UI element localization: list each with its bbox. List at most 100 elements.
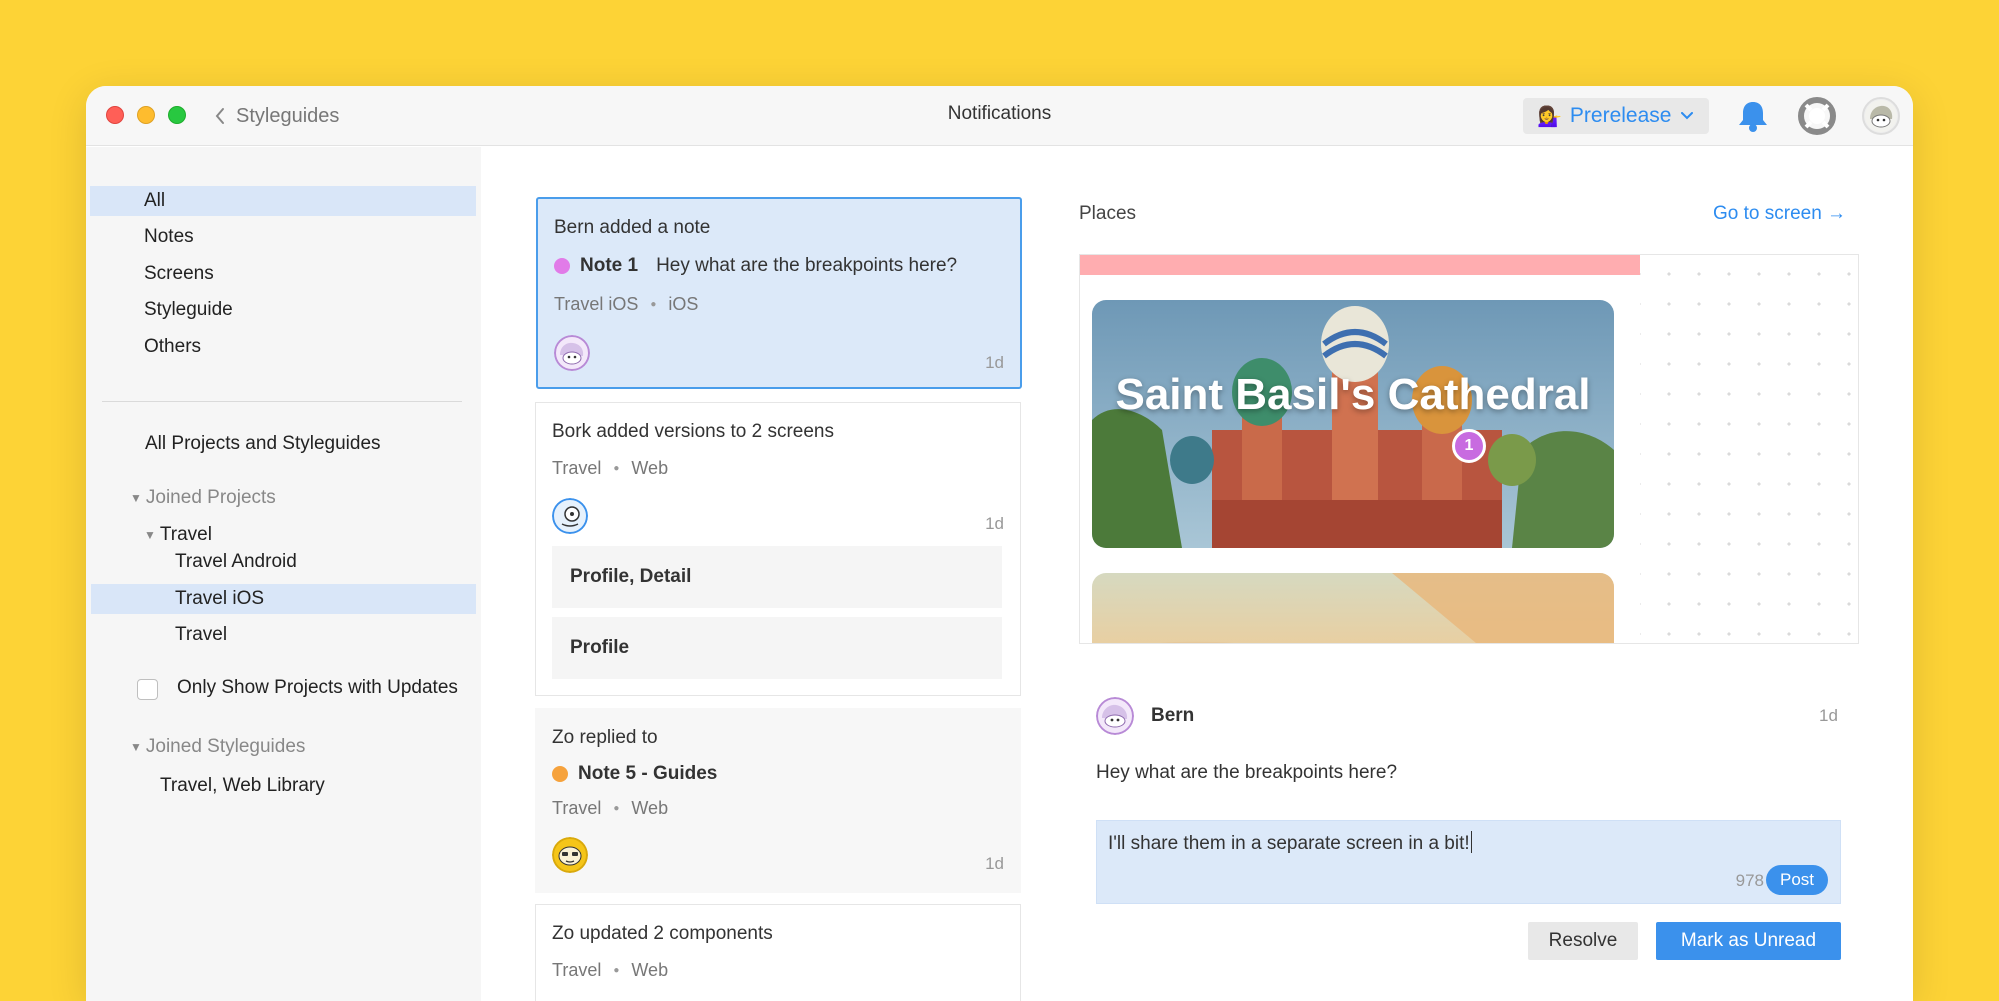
comment-author-avatar — [1096, 697, 1134, 735]
project-name: Travel — [552, 798, 602, 818]
filter-notes[interactable]: Notes — [144, 222, 194, 252]
chevron-left-icon — [215, 108, 224, 124]
note-pin-icon — [552, 766, 568, 782]
note-text: Hey what are the breakpoints here? — [656, 255, 958, 276]
note-pin-marker[interactable]: 1 — [1452, 429, 1486, 463]
avatar-bern — [554, 335, 590, 371]
project-travel-android[interactable]: Travel Android — [175, 547, 297, 577]
minimize-window-button[interactable] — [137, 106, 155, 124]
screen-row-profile-detail[interactable]: Profile, Detail — [552, 546, 1002, 608]
title-bar: Styleguides Notifications 💁‍♀️ Prereleas… — [86, 86, 1913, 146]
reply-text-wrap: I'll share them in a separate screen in … — [1108, 831, 1473, 855]
reply-text: I'll share them in a separate screen in … — [1108, 833, 1470, 854]
app-window: Styleguides Notifications 💁‍♀️ Prereleas… — [86, 86, 1913, 1001]
notification-time: 1d — [985, 514, 1004, 533]
character-count: 978 — [1735, 871, 1764, 890]
screen-section-title: Places — [1079, 203, 1137, 224]
hero-image-card: Saint Basil's Cathedral 1 — [1092, 300, 1614, 548]
notification-meta: Travel ● Web — [552, 458, 668, 479]
notification-time: 1d — [985, 854, 1004, 873]
screen-preview[interactable]: Saint Basil's Cathedral 1 — [1079, 254, 1859, 644]
notification-title: Zo replied to — [552, 727, 658, 748]
notification-title: Zo updated 2 components — [552, 923, 773, 944]
project-name: Travel iOS — [554, 294, 639, 314]
notification-title: Bork added versions to 2 screens — [552, 421, 834, 442]
joined-projects-toggle[interactable]: ▼ Joined Projects — [130, 487, 276, 509]
projects-heading: All Projects and Styleguides — [145, 433, 381, 454]
notification-meta: Travel ● Web — [552, 960, 668, 981]
notification-card-reply[interactable]: Zo replied to Note 5 - Guides Travel ● W… — [535, 708, 1021, 893]
resolve-button[interactable]: Resolve — [1528, 922, 1638, 960]
platform-name: Web — [631, 458, 669, 478]
joined-styleguides-label: Joined Styleguides — [145, 736, 306, 757]
close-window-button[interactable] — [106, 106, 124, 124]
zoom-window-button[interactable] — [168, 106, 186, 124]
travel-group-toggle[interactable]: ▼ Travel — [144, 524, 212, 546]
project-name: Travel — [552, 960, 602, 980]
desert-image — [1159, 573, 1614, 643]
note-name: Note 5 - Guides — [578, 763, 718, 784]
back-label: Styleguides — [236, 104, 340, 127]
text-caret — [1470, 831, 1473, 853]
comment-author: Bern — [1151, 705, 1195, 726]
triangle-down-icon: ▼ — [130, 740, 142, 754]
mark-as-unread-button[interactable]: Mark as Unread — [1656, 922, 1841, 960]
back-button[interactable]: Styleguides — [214, 102, 339, 130]
note-reference: Note 5 - Guides — [552, 763, 717, 785]
filter-styleguide[interactable]: Styleguide — [144, 295, 233, 325]
triangle-down-icon: ▼ — [144, 528, 156, 542]
post-button[interactable]: Post — [1766, 865, 1828, 895]
project-name: Travel — [552, 458, 602, 478]
notification-meta: Travel iOS ● iOS — [554, 294, 698, 315]
cathedral-image — [1092, 300, 1614, 548]
sidebar: All Notes Screens Styleguide Others All … — [86, 147, 481, 1001]
separator-dot: ● — [650, 299, 657, 310]
only-show-updated-label: Only Show Projects with Updates — [177, 677, 458, 698]
bell-icon[interactable] — [1735, 98, 1771, 134]
filter-screens[interactable]: Screens — [144, 259, 214, 289]
prerelease-dropdown[interactable]: 💁‍♀️ Prerelease — [1523, 98, 1709, 134]
joined-styleguides-toggle[interactable]: ▼ Joined Styleguides — [130, 736, 305, 758]
window-title: Notifications — [947, 103, 1052, 124]
styleguide-travel-web-library[interactable]: Travel, Web Library — [160, 771, 325, 801]
second-image-card — [1092, 573, 1614, 643]
note-pin-icon — [554, 258, 570, 274]
separator-dot: ● — [613, 965, 620, 976]
prerelease-emoji-icon: 💁‍♀️ — [1537, 105, 1562, 128]
triangle-down-icon: ▼ — [130, 491, 142, 505]
project-travel[interactable]: Travel — [175, 620, 227, 650]
avatar-bork — [552, 498, 588, 534]
filter-others[interactable]: Others — [144, 332, 201, 362]
notification-card-note-1[interactable]: Bern added a note Note 1 Hey what are th… — [536, 197, 1022, 389]
help-lifebuoy-icon[interactable] — [1798, 97, 1836, 135]
travel-group-label: Travel — [159, 524, 212, 545]
filter-all[interactable]: All — [90, 186, 476, 216]
screen-header-bar — [1080, 255, 1640, 275]
notification-time: 1d — [985, 353, 1004, 372]
platform-name: Web — [631, 798, 669, 818]
notification-card-components[interactable]: Zo updated 2 components Travel ● Web — [535, 904, 1021, 1001]
joined-projects-label: Joined Projects — [145, 487, 276, 508]
comment-time: 1d — [1819, 706, 1838, 725]
prerelease-label: Prerelease — [1569, 104, 1672, 127]
separator-dot: ● — [613, 463, 620, 474]
reply-input[interactable]: I'll share them in a separate screen in … — [1096, 820, 1841, 904]
note-name: Note 1 — [580, 255, 639, 276]
sidebar-divider — [102, 401, 462, 402]
only-show-updated-checkbox[interactable] — [137, 679, 158, 700]
notification-card-versions[interactable]: Bork added versions to 2 screens Travel … — [535, 402, 1021, 696]
hedgehog-avatar-icon — [1096, 697, 1134, 735]
platform-name: iOS — [668, 294, 699, 314]
robot-avatar-icon — [552, 498, 588, 534]
screen-row-profile[interactable]: Profile — [552, 617, 1002, 679]
user-avatar[interactable] — [1862, 97, 1900, 135]
chevron-down-icon — [1681, 112, 1694, 120]
go-to-screen-link[interactable]: Go to screen → — [1713, 203, 1846, 225]
platform-name: Web — [631, 960, 669, 980]
hedgehog-avatar-icon — [554, 335, 590, 371]
note-reference: Note 1 Hey what are the breakpoints here… — [554, 255, 957, 277]
project-travel-ios[interactable]: Travel iOS — [91, 584, 476, 614]
hero-title: Saint Basil's Cathedral — [1115, 370, 1591, 419]
notification-title: Bern added a note — [554, 217, 711, 238]
avatar-zo — [552, 837, 588, 873]
